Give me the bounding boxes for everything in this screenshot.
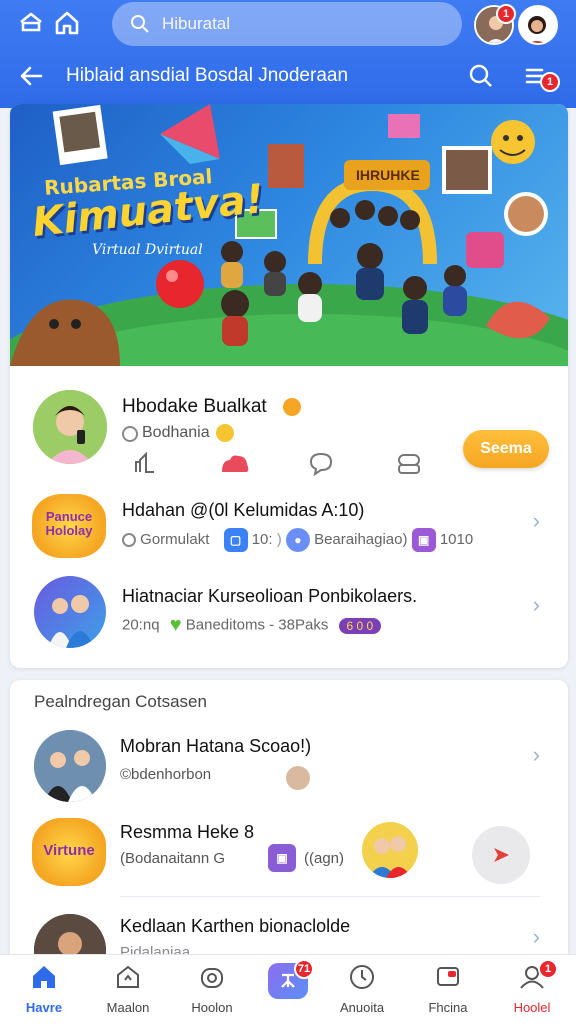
list-item[interactable]: Mobran Hatana Scoao!) ©bdenhorbon › <box>10 720 568 802</box>
list-item[interactable]: Hiatnaciar Kurseolioan Ponbikolaers. 20:… <box>10 570 568 658</box>
user-avatar[interactable] <box>34 730 106 802</box>
nav-messages[interactable]: Fhcina <box>408 963 488 1015</box>
nav-label: Hoolon <box>191 1000 233 1015</box>
profile-badge: 1 <box>538 959 558 979</box>
list-item[interactable]: Panuce Hololay Hdahan @(0l Kelumidas A:1… <box>10 486 568 570</box>
list-item-meta: Gormulakt ▢ 10: ) ● Bearaihagiao) ▣ 1010 <box>122 528 473 552</box>
verified-badge-icon <box>283 398 301 416</box>
list-item-subtitle: ©bdenhorbon <box>120 766 212 783</box>
meta-tag: 6 0 0 <box>338 617 382 634</box>
header-row: Hiblaid ansdial Bosdal Jnoderaan 1 <box>0 56 576 96</box>
search-value: Hiburatal <box>162 14 231 33</box>
list-item-title: Kedlaan Karthen bionaclolde <box>120 916 351 936</box>
top-bar: Hiburatal 1 Hiblaid ansdial Bosdal Jnode… <box>0 0 576 108</box>
nav-label: Maalon <box>106 1000 150 1015</box>
list-item-title: Hiatnaciar Kurseolioan Ponbikolaers. <box>122 586 418 606</box>
meta-place: Bearaihagiao) <box>314 530 408 548</box>
react-icon[interactable] <box>220 452 250 481</box>
home-icon[interactable] <box>50 6 84 40</box>
banner-subline: Virtual Dvirtual <box>92 242 203 258</box>
location-pin-icon: ● <box>285 528 310 552</box>
list-item-meta: 20:nq ♥ Baneditoms - 38Paks 6 0 0 <box>122 614 382 637</box>
group-photo[interactable] <box>34 576 106 648</box>
groups-icon <box>201 968 223 988</box>
message-icon <box>437 967 459 986</box>
location-icon <box>122 426 138 442</box>
list-item-title: Mobran Hatana Scoao!) <box>120 736 312 756</box>
list-item-title: Hdahan @(0l Kelumidas A:10) <box>122 500 365 520</box>
profile-name: Hbodake Bualkat <box>122 396 267 417</box>
search-icon[interactable] <box>464 59 498 93</box>
profile-photo[interactable] <box>33 390 107 464</box>
message-icon[interactable] <box>396 452 422 481</box>
chevron-right-icon[interactable]: › <box>533 742 540 768</box>
calendar-icon: ▢ <box>223 528 248 552</box>
profile-subtitle: Bodhania <box>142 424 210 441</box>
section-heading: Pealndregan Cotsasen <box>34 692 207 711</box>
nav-groups[interactable]: Hoolon <box>172 963 252 1015</box>
list-item-extra: ((agn) <box>304 850 345 867</box>
nav-label: Fhcina <box>428 1000 468 1015</box>
search-icon <box>131 15 149 33</box>
meta-count: 10: <box>251 530 273 548</box>
nav-label: Havre <box>25 1000 63 1015</box>
hero-banner[interactable]: Rubartas Broal Kimuatva! Virtual Dvirtua… <box>10 104 568 366</box>
meta-number: 1010 <box>439 530 474 548</box>
friends-photo[interactable] <box>362 822 418 878</box>
main-card: Rubartas Broal Kimuatva! Virtual Dvirtua… <box>10 104 568 668</box>
store-icon <box>117 965 139 988</box>
chevron-right-icon[interactable]: › <box>533 924 540 950</box>
tag-icon: ▣ <box>411 528 436 552</box>
list-item-subtitle: (Bodanaitann G <box>120 850 226 867</box>
banner-sign: IHRUHKE <box>356 167 420 183</box>
chevron-right-icon[interactable]: › <box>533 592 540 618</box>
event-badge-text: Virtune <box>43 842 95 859</box>
event-badge-text: Panuce Hololay <box>45 509 93 538</box>
nav-market[interactable]: Maalon <box>88 963 168 1015</box>
nav-label: Hoolel <box>513 1000 551 1015</box>
tag-icon: ▣ <box>268 844 296 872</box>
nav-home[interactable]: Havre <box>4 963 84 1015</box>
bottom-navigation: Havre Maalon Hoolon 71 Anuoita Fhcina Ho… <box>0 954 576 1024</box>
event-badge-image[interactable]: Panuce Hololay <box>32 494 106 558</box>
menu-badge: 1 <box>540 72 560 92</box>
profile-row[interactable]: Hbodake Bualkat Bodhania Seema <box>10 366 568 486</box>
follow-button-label: Seema <box>480 440 532 457</box>
event-badge-image[interactable]: Virtune <box>32 818 106 886</box>
nav-label: Anuoita <box>339 1000 385 1015</box>
chevron-right-icon[interactable]: › <box>533 508 540 534</box>
nav-profile[interactable]: Hoolel 1 <box>492 959 572 1015</box>
notification-badge: 1 <box>496 4 516 24</box>
rss-feed-icon[interactable] <box>14 6 48 40</box>
emoji-icon <box>216 424 234 442</box>
list-item-title: Resmma Heke 8 <box>120 822 255 842</box>
heart-icon: ♥ <box>169 614 182 636</box>
play-icon <box>494 848 509 862</box>
share-icon[interactable] <box>132 450 158 481</box>
page-title: Hiblaid ansdial Bosdal Jnoderaan <box>66 65 349 86</box>
back-arrow-icon[interactable] <box>14 59 48 93</box>
clock-icon <box>122 533 136 547</box>
clock-icon <box>350 965 374 989</box>
search-input[interactable]: Hiburatal <box>112 2 462 46</box>
meta-time: 20:nq <box>122 616 160 634</box>
nav-activity[interactable]: Anuoita <box>322 963 402 1015</box>
divider <box>120 896 540 897</box>
home-icon <box>33 966 55 988</box>
comment-icon[interactable] <box>307 450 335 481</box>
mini-avatar <box>286 766 310 790</box>
create-badge: 71 <box>294 959 314 979</box>
separator: ) <box>276 530 282 548</box>
follow-button[interactable]: Seema <box>463 430 549 468</box>
play-button[interactable] <box>472 826 530 884</box>
meta-time: Gormulakt <box>140 530 210 548</box>
list-item[interactable]: Virtune Resmma Heke 8 (Bodanaitann G ▣ (… <box>10 804 568 890</box>
second-card: Pealndregan Cotsasen Mobran Hatana Scoao… <box>10 680 568 970</box>
meta-place: Baneditoms - 38Paks <box>185 616 329 634</box>
nav-create[interactable]: 71 <box>248 959 328 999</box>
profile-avatar[interactable] <box>518 5 558 45</box>
